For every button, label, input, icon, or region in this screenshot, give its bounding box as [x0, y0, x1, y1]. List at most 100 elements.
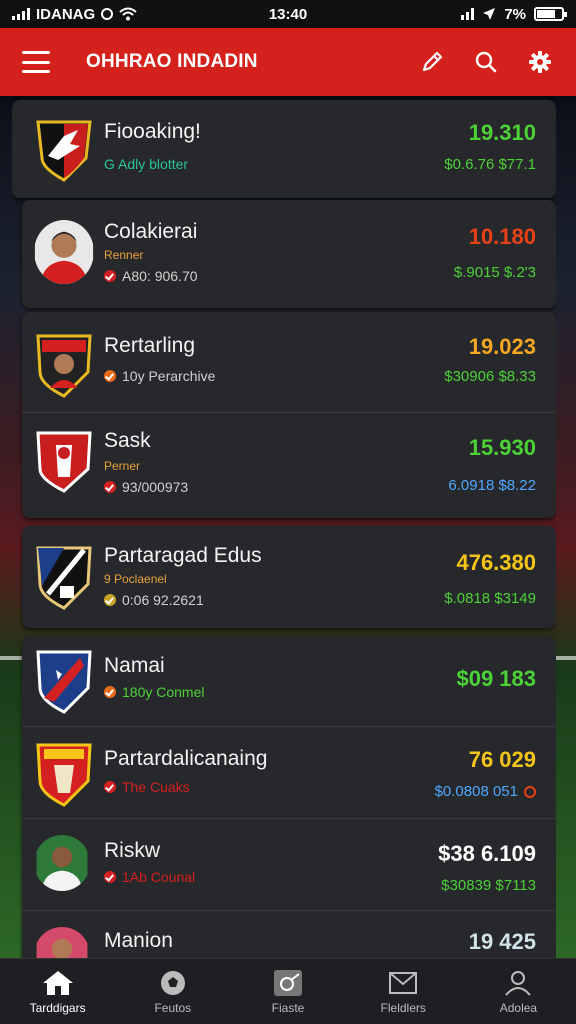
club-crest-icon — [36, 120, 92, 182]
row-name: Partaragad Edus — [104, 544, 262, 567]
row-meta: 1Ab Counal — [104, 869, 195, 885]
row-meta: A80: 906.70 — [104, 268, 198, 284]
row-subtitle: G Adly blotter — [104, 156, 189, 172]
profile-icon — [505, 970, 532, 996]
list-item[interactable]: Colakierai Renner A80: 906.70 10.180 $.9… — [22, 200, 556, 308]
check-icon — [104, 270, 116, 282]
list-item[interactable]: Namai 180y Conmel $09 183 — [22, 636, 556, 726]
nav-mail[interactable]: Fleldlers — [346, 959, 461, 1024]
nav-label: Fleldlers — [380, 1000, 426, 1015]
search-icon[interactable] — [472, 48, 500, 76]
nav-profile[interactable]: Adolea — [461, 959, 576, 1024]
row-value: $09 183 — [456, 666, 536, 691]
battery-icon — [534, 7, 567, 21]
row-name: Sask — [104, 429, 151, 452]
club-crest-icon — [36, 334, 92, 398]
player-list: Fiooaking! G Adly blotter 19.310 $0.6.76… — [12, 100, 556, 962]
mail-icon — [389, 971, 418, 994]
row-meta: The Cuaks — [104, 779, 190, 795]
alert-icon — [524, 785, 536, 798]
row-name: Rertarling — [104, 334, 196, 357]
list-item[interactable]: Partardalicanaing The Cuaks 76 029 $0.08… — [22, 726, 556, 818]
check-icon — [104, 481, 116, 493]
status-bar: IDANAG 13:40 7% — [0, 0, 576, 28]
row-subtitle: 9 Poclaenel — [104, 572, 167, 586]
row-value-secondary: $0.6.76 $77.1 — [444, 156, 536, 173]
whistle-icon — [274, 969, 302, 996]
nav-whistle[interactable]: Fiaste — [230, 959, 345, 1024]
nav-label: Tarddigars — [29, 1000, 86, 1015]
list-card: Namai 180y Conmel $09 183 Partardalicana… — [22, 636, 556, 962]
row-value-secondary: $30839 $7113 — [441, 877, 536, 894]
list-item[interactable]: Riskw 1Ab Counal $38 6.109 $30839 $7113 — [22, 818, 556, 910]
edit-icon[interactable] — [418, 48, 446, 76]
row-name: Namai — [104, 654, 165, 677]
row-name: Colakierai — [104, 220, 198, 243]
menu-icon[interactable] — [22, 51, 50, 73]
nav-ball[interactable]: Feutos — [115, 959, 230, 1024]
list-card: Rertarling 10y Perarchive 19.023 $30906 … — [22, 312, 556, 518]
home-icon — [42, 970, 73, 995]
row-value: 19.310 — [468, 120, 536, 145]
check-icon — [104, 686, 116, 698]
row-value: 10.180 — [468, 224, 536, 249]
nav-label: Feutos — [154, 1000, 192, 1015]
list-item[interactable]: Partaragad Edus 9 Poclaenel 0:06 92.2621… — [22, 526, 556, 628]
carrier-label: IDANAG — [36, 5, 96, 23]
row-name: Riskw — [104, 839, 160, 862]
club-crest-icon — [36, 431, 92, 493]
signal-icon — [12, 8, 30, 20]
bottom-nav: Tarddigars Feutos Fiaste Fleldlers Adole… — [0, 958, 576, 1024]
check-icon — [104, 594, 116, 606]
row-value-secondary: $0.0808 051 — [435, 783, 536, 800]
app-title: OHHRAO INDADIN — [86, 51, 258, 72]
row-subtitle: Renner — [104, 248, 144, 262]
clock: 13:40 — [268, 5, 308, 23]
wifi-icon — [119, 7, 137, 21]
player-avatar — [36, 927, 88, 962]
club-crest-icon — [36, 650, 92, 714]
player-avatar — [36, 835, 88, 891]
row-meta: 10y Perarchive — [104, 368, 215, 384]
list-item[interactable]: Rertarling 10y Perarchive 19.023 $30906 … — [22, 312, 556, 412]
list-card: Fiooaking! G Adly blotter 19.310 $0.6.76… — [12, 100, 556, 198]
player-avatar — [34, 220, 94, 284]
row-value: $38 6.109 — [438, 841, 536, 866]
check-icon — [104, 370, 116, 382]
check-icon — [104, 781, 116, 793]
row-value: 476.380 — [456, 550, 536, 575]
list-item[interactable]: Fiooaking! G Adly blotter 19.310 $0.6.76… — [12, 100, 556, 198]
row-value-secondary: 6.0918 $8.22 — [448, 477, 536, 494]
row-meta: 180y Conmel — [104, 684, 205, 700]
list-card: Colakierai Renner A80: 906.70 10.180 $.9… — [22, 200, 556, 308]
nav-home[interactable]: Tarddigars — [0, 959, 115, 1024]
row-meta: 93/000973 — [104, 479, 188, 495]
row-value: 19.023 — [468, 334, 536, 359]
ball-icon — [160, 970, 185, 995]
club-crest-icon — [36, 743, 92, 807]
row-value-secondary: $.9015 $.2'3 — [453, 264, 536, 281]
row-subtitle: Perner — [104, 459, 141, 473]
club-crest-icon — [36, 546, 92, 610]
row-name: Manion — [104, 929, 173, 952]
list-item[interactable]: Sask Perner 93/000973 15.930 6.0918 $8.2… — [22, 412, 556, 518]
nav-label: Adolea — [499, 1000, 538, 1015]
sync-icon — [101, 8, 114, 20]
row-value: 15.930 — [468, 435, 536, 460]
list-card: Partaragad Edus 9 Poclaenel 0:06 92.2621… — [22, 526, 556, 628]
app-bar: OHHRAO INDADIN — [0, 28, 576, 96]
cell-signal-icon — [461, 8, 475, 20]
check-icon — [104, 871, 116, 883]
row-name: Fiooaking! — [104, 120, 201, 143]
battery-percent: 7% — [504, 5, 526, 23]
nav-label: Fiaste — [271, 1000, 305, 1015]
row-value-secondary: $30906 $8.33 — [444, 368, 536, 385]
row-value-secondary: $.0818 $3149 — [444, 590, 536, 607]
row-meta: 0:06 92.2621 — [104, 592, 204, 608]
list-item[interactable]: Manion 19 425 — [22, 910, 556, 962]
gear-icon[interactable] — [526, 48, 554, 76]
row-name: Partardalicanaing — [104, 747, 268, 770]
location-icon — [483, 8, 496, 20]
row-value: 19 425 — [468, 929, 536, 954]
row-value: 76 029 — [468, 747, 536, 772]
